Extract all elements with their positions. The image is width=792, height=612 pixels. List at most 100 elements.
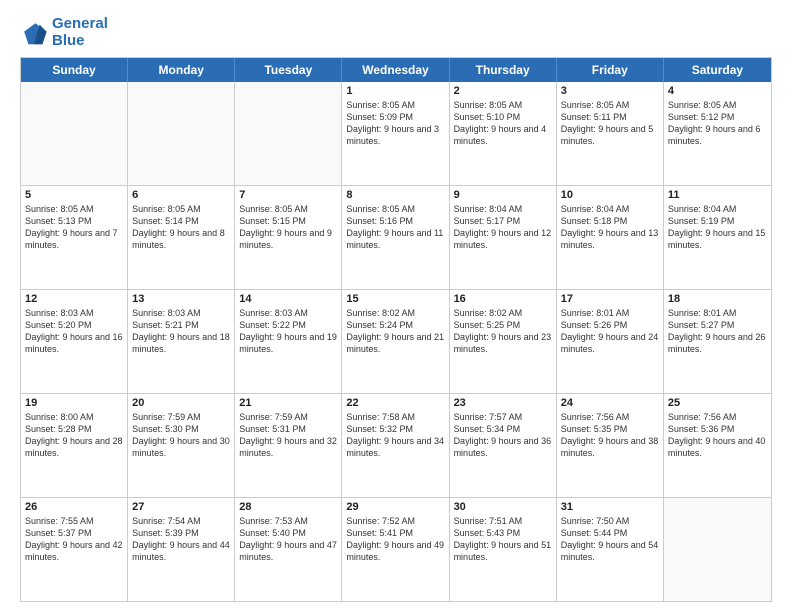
calendar-day-6: 6 Sunrise: 8:05 AMSunset: 5:14 PMDayligh… <box>128 186 235 289</box>
header: General Blue <box>20 16 772 49</box>
logo-icon <box>20 19 48 47</box>
day-number: 22 <box>346 397 444 409</box>
day-number: 30 <box>454 501 552 513</box>
day-number: 28 <box>239 501 337 513</box>
cell-info: Sunrise: 7:57 AMSunset: 5:34 PMDaylight:… <box>454 411 552 460</box>
calendar-day-25: 25 Sunrise: 7:56 AMSunset: 5:36 PMDaylig… <box>664 394 771 497</box>
calendar-day-4: 4 Sunrise: 8:05 AMSunset: 5:12 PMDayligh… <box>664 82 771 185</box>
cell-info: Sunrise: 8:05 AMSunset: 5:16 PMDaylight:… <box>346 203 444 252</box>
calendar-day-20: 20 Sunrise: 7:59 AMSunset: 5:30 PMDaylig… <box>128 394 235 497</box>
day-number: 26 <box>25 501 123 513</box>
calendar-body: 1 Sunrise: 8:05 AMSunset: 5:09 PMDayligh… <box>21 82 771 601</box>
calendar-row: 19 Sunrise: 8:00 AMSunset: 5:28 PMDaylig… <box>21 393 771 497</box>
calendar-empty-cell <box>128 82 235 185</box>
calendar-row: 5 Sunrise: 8:05 AMSunset: 5:13 PMDayligh… <box>21 185 771 289</box>
calendar-day-18: 18 Sunrise: 8:01 AMSunset: 5:27 PMDaylig… <box>664 290 771 393</box>
calendar-day-16: 16 Sunrise: 8:02 AMSunset: 5:25 PMDaylig… <box>450 290 557 393</box>
calendar-row: 26 Sunrise: 7:55 AMSunset: 5:37 PMDaylig… <box>21 497 771 601</box>
cell-info: Sunrise: 7:56 AMSunset: 5:35 PMDaylight:… <box>561 411 659 460</box>
day-number: 25 <box>668 397 767 409</box>
calendar-empty-cell <box>235 82 342 185</box>
calendar-day-24: 24 Sunrise: 7:56 AMSunset: 5:35 PMDaylig… <box>557 394 664 497</box>
day-number: 10 <box>561 189 659 201</box>
weekday-header: Saturday <box>664 58 771 82</box>
calendar: SundayMondayTuesdayWednesdayThursdayFrid… <box>20 57 772 602</box>
day-number: 17 <box>561 293 659 305</box>
cell-info: Sunrise: 8:05 AMSunset: 5:09 PMDaylight:… <box>346 99 444 148</box>
day-number: 3 <box>561 85 659 97</box>
day-number: 16 <box>454 293 552 305</box>
calendar-day-28: 28 Sunrise: 7:53 AMSunset: 5:40 PMDaylig… <box>235 498 342 601</box>
day-number: 15 <box>346 293 444 305</box>
cell-info: Sunrise: 8:00 AMSunset: 5:28 PMDaylight:… <box>25 411 123 460</box>
cell-info: Sunrise: 7:56 AMSunset: 5:36 PMDaylight:… <box>668 411 767 460</box>
calendar-day-3: 3 Sunrise: 8:05 AMSunset: 5:11 PMDayligh… <box>557 82 664 185</box>
weekday-header: Thursday <box>450 58 557 82</box>
day-number: 24 <box>561 397 659 409</box>
cell-info: Sunrise: 8:03 AMSunset: 5:22 PMDaylight:… <box>239 307 337 356</box>
day-number: 5 <box>25 189 123 201</box>
day-number: 4 <box>668 85 767 97</box>
day-number: 1 <box>346 85 444 97</box>
cell-info: Sunrise: 8:04 AMSunset: 5:18 PMDaylight:… <box>561 203 659 252</box>
calendar-day-15: 15 Sunrise: 8:02 AMSunset: 5:24 PMDaylig… <box>342 290 449 393</box>
day-number: 7 <box>239 189 337 201</box>
day-number: 8 <box>346 189 444 201</box>
cell-info: Sunrise: 7:53 AMSunset: 5:40 PMDaylight:… <box>239 515 337 564</box>
day-number: 14 <box>239 293 337 305</box>
calendar-day-23: 23 Sunrise: 7:57 AMSunset: 5:34 PMDaylig… <box>450 394 557 497</box>
calendar-row: 1 Sunrise: 8:05 AMSunset: 5:09 PMDayligh… <box>21 82 771 185</box>
cell-info: Sunrise: 7:54 AMSunset: 5:39 PMDaylight:… <box>132 515 230 564</box>
day-number: 21 <box>239 397 337 409</box>
cell-info: Sunrise: 8:04 AMSunset: 5:17 PMDaylight:… <box>454 203 552 252</box>
calendar-day-19: 19 Sunrise: 8:00 AMSunset: 5:28 PMDaylig… <box>21 394 128 497</box>
calendar-day-12: 12 Sunrise: 8:03 AMSunset: 5:20 PMDaylig… <box>21 290 128 393</box>
cell-info: Sunrise: 7:59 AMSunset: 5:30 PMDaylight:… <box>132 411 230 460</box>
calendar-day-2: 2 Sunrise: 8:05 AMSunset: 5:10 PMDayligh… <box>450 82 557 185</box>
calendar-day-7: 7 Sunrise: 8:05 AMSunset: 5:15 PMDayligh… <box>235 186 342 289</box>
calendar-day-5: 5 Sunrise: 8:05 AMSunset: 5:13 PMDayligh… <box>21 186 128 289</box>
calendar-empty-cell <box>664 498 771 601</box>
day-number: 12 <box>25 293 123 305</box>
weekday-header: Wednesday <box>342 58 449 82</box>
logo: General Blue <box>20 16 108 49</box>
calendar-row: 12 Sunrise: 8:03 AMSunset: 5:20 PMDaylig… <box>21 289 771 393</box>
day-number: 18 <box>668 293 767 305</box>
calendar-day-10: 10 Sunrise: 8:04 AMSunset: 5:18 PMDaylig… <box>557 186 664 289</box>
calendar-day-27: 27 Sunrise: 7:54 AMSunset: 5:39 PMDaylig… <box>128 498 235 601</box>
day-number: 29 <box>346 501 444 513</box>
day-number: 19 <box>25 397 123 409</box>
cell-info: Sunrise: 7:59 AMSunset: 5:31 PMDaylight:… <box>239 411 337 460</box>
calendar-day-30: 30 Sunrise: 7:51 AMSunset: 5:43 PMDaylig… <box>450 498 557 601</box>
calendar-day-31: 31 Sunrise: 7:50 AMSunset: 5:44 PMDaylig… <box>557 498 664 601</box>
calendar-day-26: 26 Sunrise: 7:55 AMSunset: 5:37 PMDaylig… <box>21 498 128 601</box>
cell-info: Sunrise: 7:50 AMSunset: 5:44 PMDaylight:… <box>561 515 659 564</box>
day-number: 2 <box>454 85 552 97</box>
calendar-day-1: 1 Sunrise: 8:05 AMSunset: 5:09 PMDayligh… <box>342 82 449 185</box>
cell-info: Sunrise: 8:02 AMSunset: 5:24 PMDaylight:… <box>346 307 444 356</box>
calendar-day-22: 22 Sunrise: 7:58 AMSunset: 5:32 PMDaylig… <box>342 394 449 497</box>
day-number: 9 <box>454 189 552 201</box>
calendar-day-8: 8 Sunrise: 8:05 AMSunset: 5:16 PMDayligh… <box>342 186 449 289</box>
cell-info: Sunrise: 7:52 AMSunset: 5:41 PMDaylight:… <box>346 515 444 564</box>
cell-info: Sunrise: 8:02 AMSunset: 5:25 PMDaylight:… <box>454 307 552 356</box>
calendar-day-11: 11 Sunrise: 8:04 AMSunset: 5:19 PMDaylig… <box>664 186 771 289</box>
calendar-day-21: 21 Sunrise: 7:59 AMSunset: 5:31 PMDaylig… <box>235 394 342 497</box>
cell-info: Sunrise: 8:03 AMSunset: 5:20 PMDaylight:… <box>25 307 123 356</box>
cell-info: Sunrise: 8:01 AMSunset: 5:27 PMDaylight:… <box>668 307 767 356</box>
weekday-header: Friday <box>557 58 664 82</box>
day-number: 11 <box>668 189 767 201</box>
cell-info: Sunrise: 7:51 AMSunset: 5:43 PMDaylight:… <box>454 515 552 564</box>
cell-info: Sunrise: 8:05 AMSunset: 5:12 PMDaylight:… <box>668 99 767 148</box>
cell-info: Sunrise: 8:03 AMSunset: 5:21 PMDaylight:… <box>132 307 230 356</box>
day-number: 31 <box>561 501 659 513</box>
calendar-day-14: 14 Sunrise: 8:03 AMSunset: 5:22 PMDaylig… <box>235 290 342 393</box>
cell-info: Sunrise: 8:05 AMSunset: 5:14 PMDaylight:… <box>132 203 230 252</box>
cell-info: Sunrise: 7:55 AMSunset: 5:37 PMDaylight:… <box>25 515 123 564</box>
calendar-empty-cell <box>21 82 128 185</box>
weekday-header: Tuesday <box>235 58 342 82</box>
calendar-day-13: 13 Sunrise: 8:03 AMSunset: 5:21 PMDaylig… <box>128 290 235 393</box>
page: General Blue SundayMondayTuesdayWednesda… <box>0 0 792 612</box>
cell-info: Sunrise: 8:01 AMSunset: 5:26 PMDaylight:… <box>561 307 659 356</box>
cell-info: Sunrise: 8:05 AMSunset: 5:11 PMDaylight:… <box>561 99 659 148</box>
